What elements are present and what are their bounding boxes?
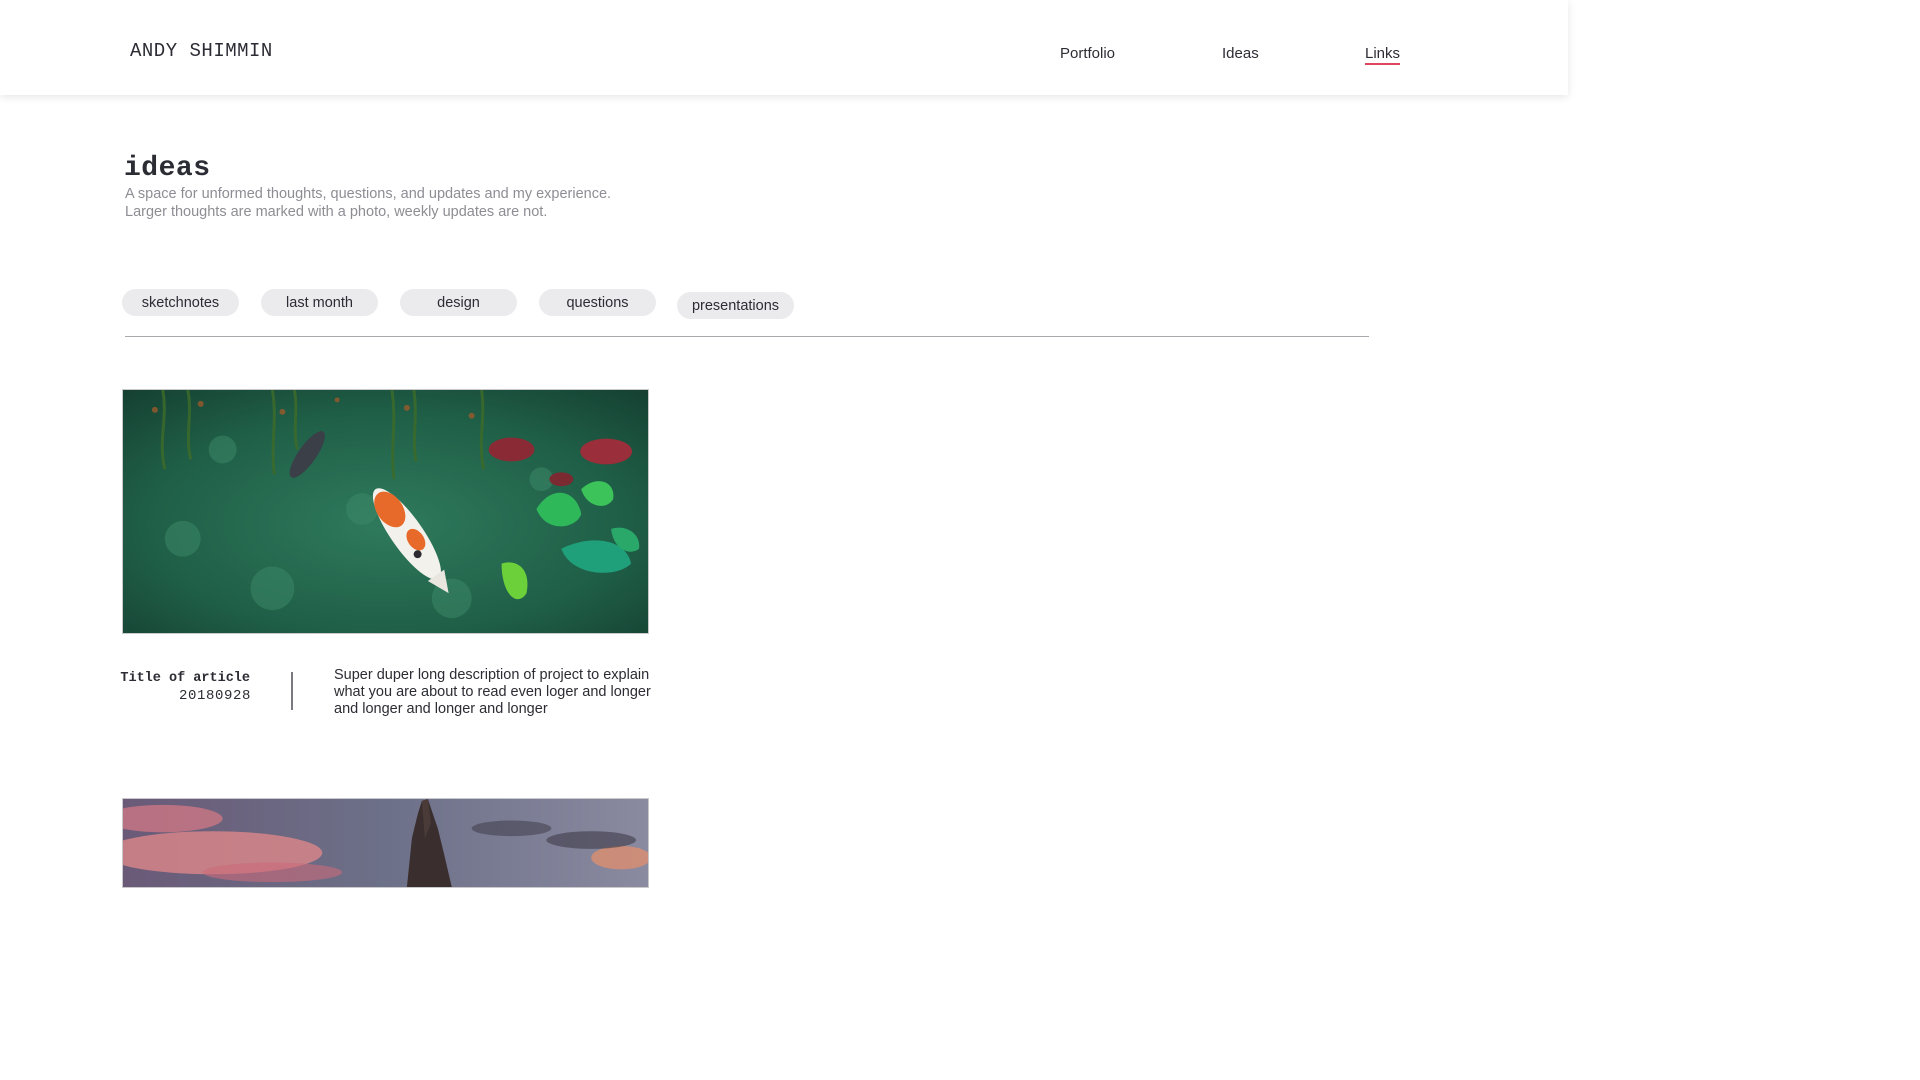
koi-pond-photo[interactable] — [122, 389, 649, 634]
article-separator — [291, 672, 293, 710]
filter-tag-design[interactable]: design — [400, 289, 517, 316]
article-description-line-1: Super duper long description of project … — [334, 667, 650, 683]
article-description-line-3: and longer and longer and longer — [334, 701, 548, 717]
filter-tag-sketchnotes[interactable]: sketchnotes — [122, 289, 239, 316]
filter-tag-presentations[interactable]: presentations — [677, 292, 794, 319]
rock-spire-sunset-photo[interactable] — [122, 798, 649, 888]
intro-text-line-2: Larger thoughts are marked with a photo,… — [125, 204, 548, 220]
article-title[interactable]: Title of article — [120, 671, 250, 686]
site-header: ANDY SHIMMIN Portfolio Ideas Links — [0, 0, 1568, 95]
article-date: 20180928 — [178, 688, 251, 704]
nav-link-links[interactable]: Links — [1365, 45, 1401, 65]
rock-spire-image — [123, 799, 648, 887]
article-description-line-2: what you are about to read even loger an… — [334, 684, 651, 700]
filter-tag-last-month[interactable]: last month — [261, 289, 378, 316]
nav-link-portfolio[interactable]: Portfolio — [1060, 45, 1115, 63]
site-logo-link[interactable]: ANDY SHIMMIN — [130, 40, 273, 62]
section-divider — [125, 336, 1369, 337]
intro-text-line-1: A space for unformed thoughts, questions… — [125, 186, 612, 202]
filter-tag-questions[interactable]: questions — [539, 289, 656, 316]
page-title: ideas — [124, 153, 211, 184]
nav-link-ideas[interactable]: Ideas — [1222, 45, 1259, 63]
koi-pond-image — [123, 390, 648, 633]
